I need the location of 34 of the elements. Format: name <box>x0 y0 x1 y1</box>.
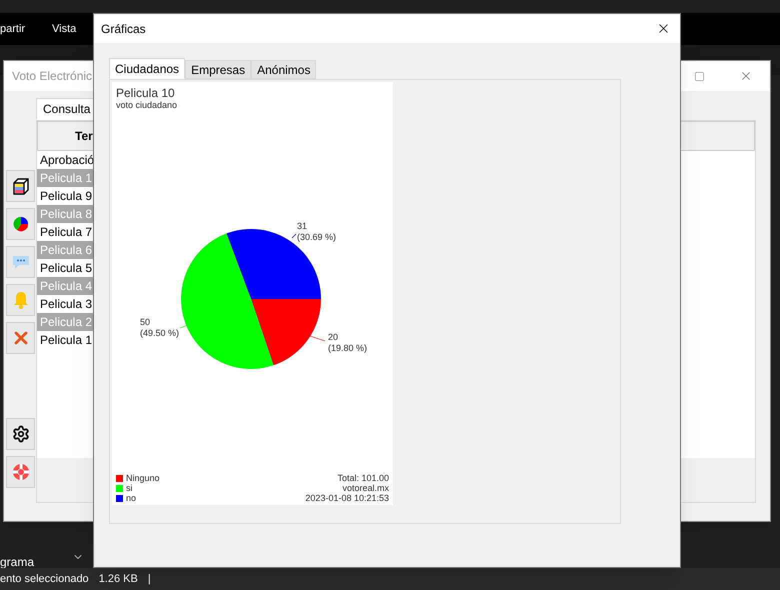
menu-item[interactable]: Vista <box>52 20 76 38</box>
status-separator: | <box>148 572 151 587</box>
toolbar-button[interactable] <box>6 208 35 240</box>
cube-icon <box>12 177 30 195</box>
chart-footer-text: Total: 101.00 <box>337 473 389 483</box>
tab[interactable]: Anónimos <box>251 60 316 79</box>
chart-title: Pelicula 10 <box>116 86 176 100</box>
data-label: 20 (19.80 %) <box>328 332 368 354</box>
leader-line <box>292 234 296 238</box>
lifebuoy-icon <box>12 463 30 481</box>
chart-footer-text: 2023-01-08 10:21:53 <box>305 493 389 503</box>
tab[interactable]: Empresas <box>185 60 252 79</box>
settings-icon <box>12 425 30 443</box>
maximize-icon[interactable] <box>694 70 705 82</box>
status-text: ento seleccionado <box>0 572 89 587</box>
legend-label: no <box>126 493 136 503</box>
pie-chart-icon <box>12 216 28 232</box>
chart-subtitle: voto ciudadano <box>116 100 178 111</box>
column-header: Ter <box>75 128 93 145</box>
tab[interactable]: Ciudadanos <box>109 58 186 79</box>
toolbar-button[interactable] <box>6 418 35 450</box>
window-title: Voto Electrónic <box>12 68 92 85</box>
menu-item[interactable]: partir <box>0 20 52 38</box>
data-label: 50 (49.50 %) <box>140 317 180 339</box>
status-text: 1.26 KB <box>98 572 138 587</box>
window-title: Gráficas <box>101 20 146 38</box>
chat-bubble-icon <box>10 254 30 270</box>
toolbar-button[interactable] <box>6 170 35 202</box>
nav-label: grama <box>0 556 34 568</box>
chart-footer-text: votoreal.mx <box>342 483 389 493</box>
bell-icon <box>12 291 30 309</box>
data-label: 31 (30.69 %) <box>297 221 336 243</box>
legend-label: Ninguno <box>126 473 160 483</box>
legend-label: si <box>126 483 132 493</box>
